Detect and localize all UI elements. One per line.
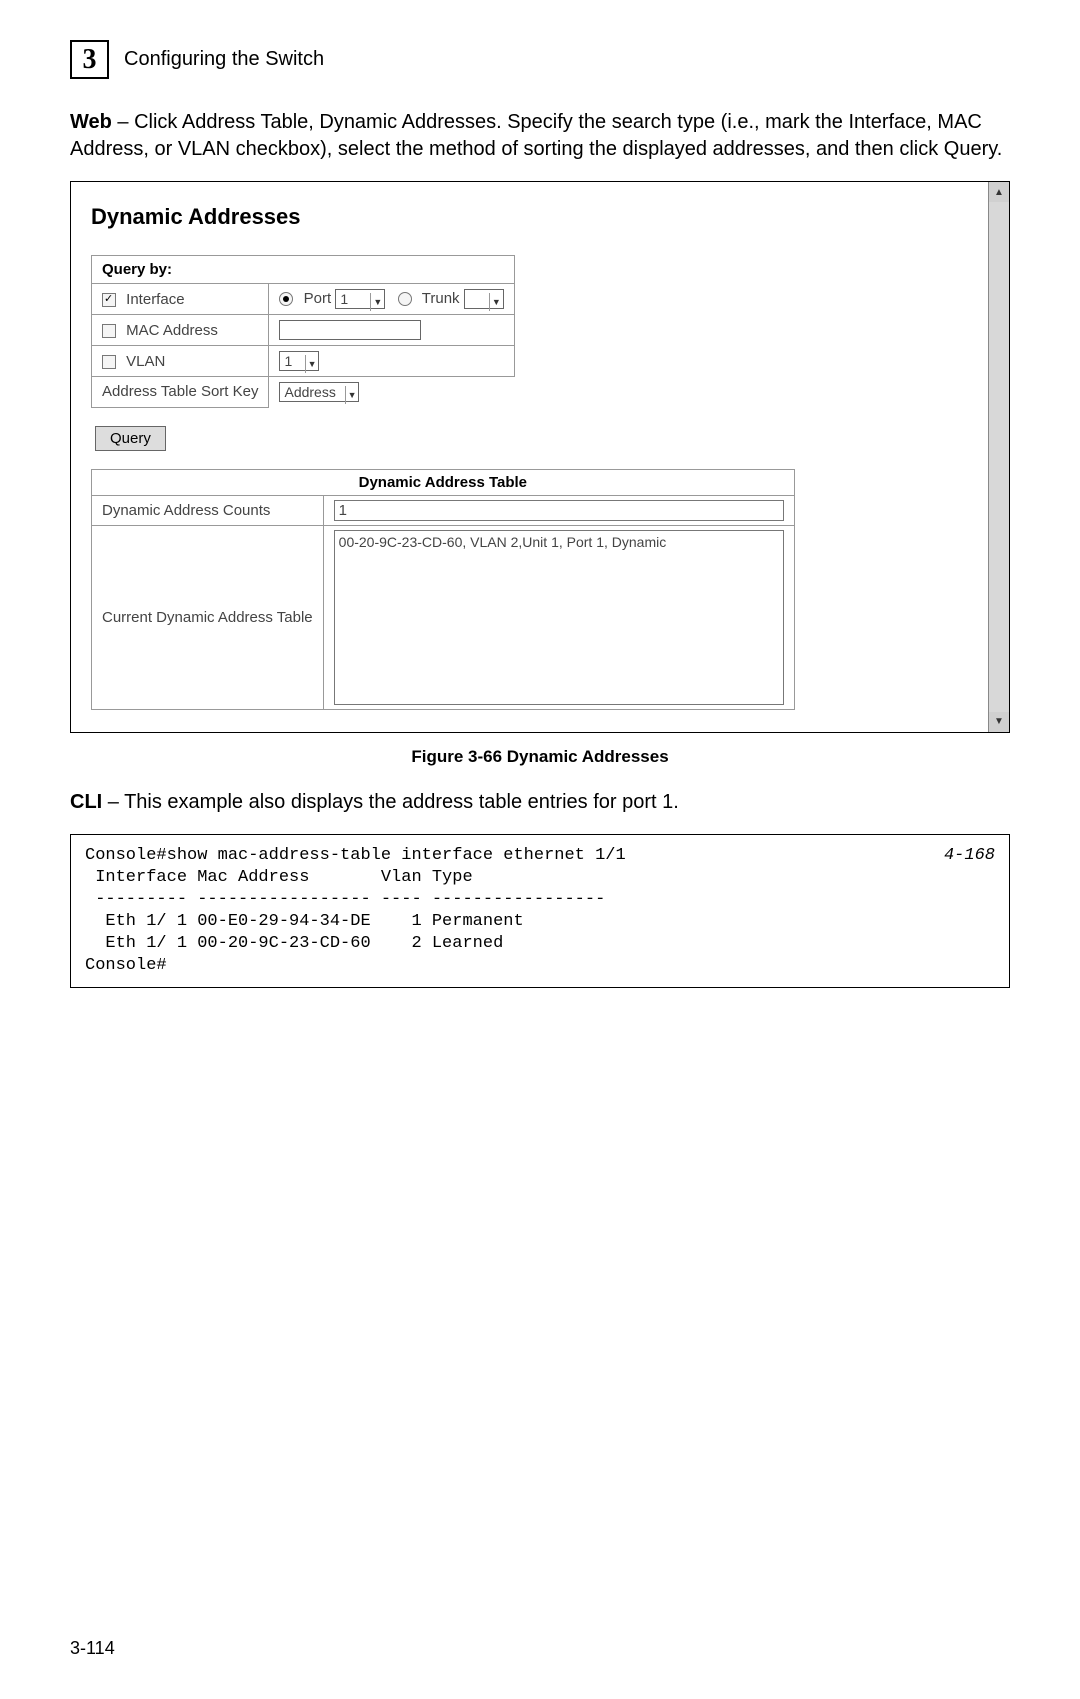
query-row-vlan: VLAN 1 xyxy=(92,346,515,377)
intro-paragraph: Web – Click Address Table, Dynamic Addre… xyxy=(70,109,1010,163)
trunk-radio[interactable] xyxy=(398,292,412,306)
sortkey-select[interactable]: Address xyxy=(279,382,359,402)
figure-caption: Figure 3-66 Dynamic Addresses xyxy=(70,747,1010,767)
vlan-checkbox[interactable] xyxy=(102,355,116,369)
current-table-listbox[interactable]: 00-20-9C-23-CD-60, VLAN 2,Unit 1, Port 1… xyxy=(334,530,784,705)
scrollbar[interactable]: ▲ ▼ xyxy=(988,182,1009,732)
page-number: 3-114 xyxy=(70,1638,1010,1659)
trunk-label: Trunk xyxy=(422,290,460,307)
screenshot-frame: ▲ ▼ Dynamic Addresses Query by: Interfac… xyxy=(70,181,1010,733)
counts-value: 1 xyxy=(334,500,784,521)
query-form-table: Query by: Interface Port 1 Trunk xyxy=(91,255,515,408)
scroll-up-icon[interactable]: ▲ xyxy=(989,182,1009,202)
cli-label: CLI xyxy=(70,791,102,813)
interface-checkbox[interactable] xyxy=(102,293,116,307)
query-button[interactable]: Query xyxy=(95,426,166,451)
cli-output-block: 4-168 Console#show mac-address-table inte… xyxy=(70,834,1010,989)
vlan-select[interactable]: 1 xyxy=(279,351,319,371)
cli-output-text: Console#show mac-address-table interface… xyxy=(85,846,626,975)
pane-title: Dynamic Addresses xyxy=(91,204,959,230)
current-table-label: Current Dynamic Address Table xyxy=(92,525,324,709)
cli-text: – This example also displays the address… xyxy=(102,791,679,813)
query-by-header: Query by: xyxy=(92,256,515,284)
counts-label: Dynamic Address Counts xyxy=(92,495,324,525)
cli-intro-paragraph: CLI – This example also displays the add… xyxy=(70,789,1010,816)
query-row-interface: Interface Port 1 Trunk xyxy=(92,284,515,315)
mac-input[interactable] xyxy=(279,320,421,340)
vlan-label: VLAN xyxy=(126,353,165,370)
port-select[interactable]: 1 xyxy=(335,289,385,309)
trunk-select[interactable] xyxy=(464,289,504,309)
chapter-title: Configuring the Switch xyxy=(124,48,324,71)
mac-label: MAC Address xyxy=(126,322,218,339)
web-label: Web xyxy=(70,111,112,133)
sortkey-label: Address Table Sort Key xyxy=(102,383,258,400)
port-radio[interactable] xyxy=(279,292,293,306)
cli-page-ref: 4-168 xyxy=(944,845,995,867)
query-row-sortkey: Address Table Sort Key Address xyxy=(92,377,515,408)
result-table: Dynamic Address Table Dynamic Address Co… xyxy=(91,469,795,710)
result-table-title: Dynamic Address Table xyxy=(92,469,795,495)
web-text: – Click Address Table, Dynamic Addresses… xyxy=(70,111,1002,160)
port-label: Port xyxy=(304,290,332,307)
chapter-number-icon: 3 xyxy=(70,40,109,79)
scroll-down-icon[interactable]: ▼ xyxy=(989,712,1009,732)
page-header: 3 Configuring the Switch xyxy=(70,40,1010,79)
interface-label: Interface xyxy=(126,291,184,308)
query-row-mac: MAC Address xyxy=(92,315,515,346)
mac-checkbox[interactable] xyxy=(102,324,116,338)
